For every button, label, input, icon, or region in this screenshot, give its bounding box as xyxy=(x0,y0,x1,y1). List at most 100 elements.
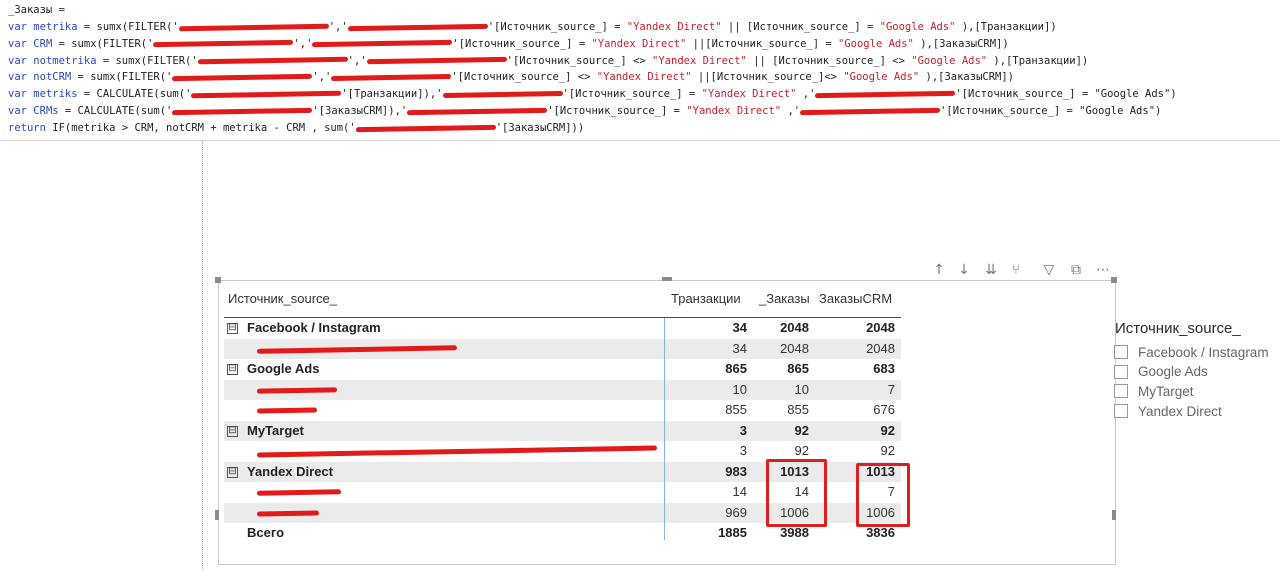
cell-crm-orders: 676 xyxy=(873,402,895,417)
cell-orders: 10 xyxy=(794,381,809,397)
cell-transactions: 855 xyxy=(725,402,747,417)
resize-handle[interactable] xyxy=(215,277,221,283)
cell-transactions: 3 xyxy=(739,422,747,438)
cell-orders: 855 xyxy=(787,402,809,417)
resize-handle[interactable] xyxy=(662,277,672,281)
measure-name: _Заказы = xyxy=(8,4,65,16)
group-row[interactable]: ⊟ Google Ads 865 865 683 xyxy=(224,359,901,380)
redaction-mark xyxy=(800,107,941,115)
redaction-mark xyxy=(442,90,563,98)
checkbox[interactable] xyxy=(1114,364,1128,379)
slicer-item[interactable]: Yandex Direct xyxy=(1114,402,1222,420)
row-label: Yandex Direct xyxy=(247,463,333,479)
cell-transactions: 865 xyxy=(725,361,747,376)
slicer-item-label: Yandex Direct xyxy=(1138,403,1222,419)
resize-handle[interactable] xyxy=(215,510,219,520)
more-options-icon[interactable]: ⋯ xyxy=(1094,262,1112,278)
slicer-item-label: Facebook / Instagram xyxy=(1138,344,1269,360)
checkbox[interactable] xyxy=(1114,345,1128,359)
cell-transactions: 14 xyxy=(732,484,747,499)
collapse-icon[interactable]: ⊟ xyxy=(227,323,238,334)
cell-crm-orders: 683 xyxy=(873,361,895,376)
focus-mode-icon[interactable]: ⧉ xyxy=(1067,262,1085,278)
redaction-mark xyxy=(256,344,458,354)
formula-return-line: return IF(metrika > CRM, notCRM + metrik… xyxy=(8,122,585,134)
slicer-item[interactable]: MyTarget xyxy=(1114,382,1194,400)
redaction-mark xyxy=(256,445,658,458)
row-label: Всего xyxy=(247,525,285,540)
slicer-item[interactable]: Google Ads xyxy=(1114,363,1208,381)
redaction-mark xyxy=(153,40,294,48)
highlight-box-crm xyxy=(856,463,910,527)
cell-orders: 2048 xyxy=(780,340,809,356)
slicer-title: Источник_source_ xyxy=(1115,320,1241,337)
cell-orders: 92 xyxy=(794,422,809,438)
cell-transactions: 983 xyxy=(725,463,747,479)
formula-line: var CRMs = CALCULATE(sum(' '[ЗаказыCRM]),… xyxy=(8,105,1162,117)
cell-orders: 865 xyxy=(787,361,809,376)
redaction-mark xyxy=(312,40,453,48)
resize-handle[interactable] xyxy=(1112,510,1116,520)
cell-transactions: 34 xyxy=(732,340,747,356)
redaction-mark xyxy=(256,407,318,414)
redaction-mark xyxy=(366,56,507,65)
redaction-mark xyxy=(347,23,488,31)
redaction-mark xyxy=(256,386,338,394)
column-header-transactions[interactable]: Транзакции xyxy=(671,290,741,308)
collapse-icon[interactable]: ⊟ xyxy=(227,425,238,437)
table-row[interactable]: 855 855 676 xyxy=(224,400,901,421)
redaction-mark xyxy=(256,489,342,496)
collapse-icon[interactable]: ⊟ xyxy=(227,364,238,375)
redaction-mark xyxy=(172,73,313,82)
checkbox[interactable] xyxy=(1114,384,1128,399)
formula-line: var metriks = CALCULATE(sum(' '[Транзакци… xyxy=(8,88,1177,101)
cell-crm-orders: 7 xyxy=(887,381,895,397)
group-row[interactable]: ⊟ Facebook / Instagram 34 2048 2048 xyxy=(224,318,901,339)
canvas-divider xyxy=(202,141,203,570)
formula-line: var notCRM = sumx(FILTER(' ',' '[Источник_… xyxy=(8,71,1014,84)
cell-orders: 2048 xyxy=(780,320,809,335)
arrow-up-icon[interactable]: ↑ xyxy=(930,262,948,278)
redaction-mark xyxy=(172,107,313,115)
arrow-down-icon[interactable]: ↓ xyxy=(955,262,973,278)
resize-handle[interactable] xyxy=(1111,277,1117,283)
redaction-mark xyxy=(178,23,329,31)
cell-crm-orders: 92 xyxy=(880,443,895,458)
redaction-mark xyxy=(815,90,956,98)
cell-transactions: 10 xyxy=(732,381,747,397)
redaction-mark xyxy=(331,73,452,81)
redaction-mark xyxy=(407,107,548,115)
highlight-box-orders xyxy=(766,459,827,527)
cell-transactions: 3 xyxy=(739,443,747,458)
formula-line: var CRM = sumx(FILTER(' ',' '[Источник_sou… xyxy=(8,37,1009,50)
slicer-item-label: MyTarget xyxy=(1138,383,1194,399)
formula-line: var notmetrika = sumx(FILTER(' ',' '[Источ… xyxy=(8,54,1089,67)
cell-crm-orders: 2048 xyxy=(866,340,895,356)
redaction-mark xyxy=(355,124,496,132)
column-header-orders[interactable]: _Заказы xyxy=(759,290,810,308)
formula-bar[interactable]: _Заказы = var metrika = sumx(FILTER(' ','… xyxy=(0,0,1280,141)
column-header-crm-orders[interactable]: ЗаказыCRM xyxy=(819,290,892,308)
checkbox[interactable] xyxy=(1114,404,1128,419)
row-label: Google Ads xyxy=(247,361,320,376)
group-row[interactable]: ⊟ MyTarget 3 92 92 xyxy=(224,420,901,441)
slicer-item[interactable]: Facebook / Instagram xyxy=(1114,343,1269,361)
row-label: Facebook / Instagram xyxy=(247,320,381,335)
cell-transactions: 1885 xyxy=(718,525,747,540)
redaction-mark xyxy=(197,56,348,65)
redaction-mark xyxy=(191,90,342,98)
row-label: MyTarget xyxy=(247,422,304,438)
filter-icon[interactable]: ▽ xyxy=(1040,262,1058,278)
row-header-divider xyxy=(664,318,665,540)
table-row[interactable]: 10 10 7 xyxy=(224,379,901,400)
double-arrow-down-icon[interactable]: ⇊ xyxy=(982,262,1000,278)
cell-crm-orders: 2048 xyxy=(866,320,895,335)
expand-hierarchy-icon[interactable]: ⑂ xyxy=(1007,262,1025,278)
cell-transactions: 969 xyxy=(725,504,747,520)
collapse-icon[interactable]: ⊟ xyxy=(227,466,238,478)
redaction-mark xyxy=(256,509,320,517)
column-header-source[interactable]: Источник_source_ xyxy=(228,290,337,308)
table-row[interactable]: 34 2048 2048 xyxy=(224,338,901,359)
slicer-item-label: Google Ads xyxy=(1138,364,1208,380)
cell-crm-orders: 92 xyxy=(880,422,895,438)
